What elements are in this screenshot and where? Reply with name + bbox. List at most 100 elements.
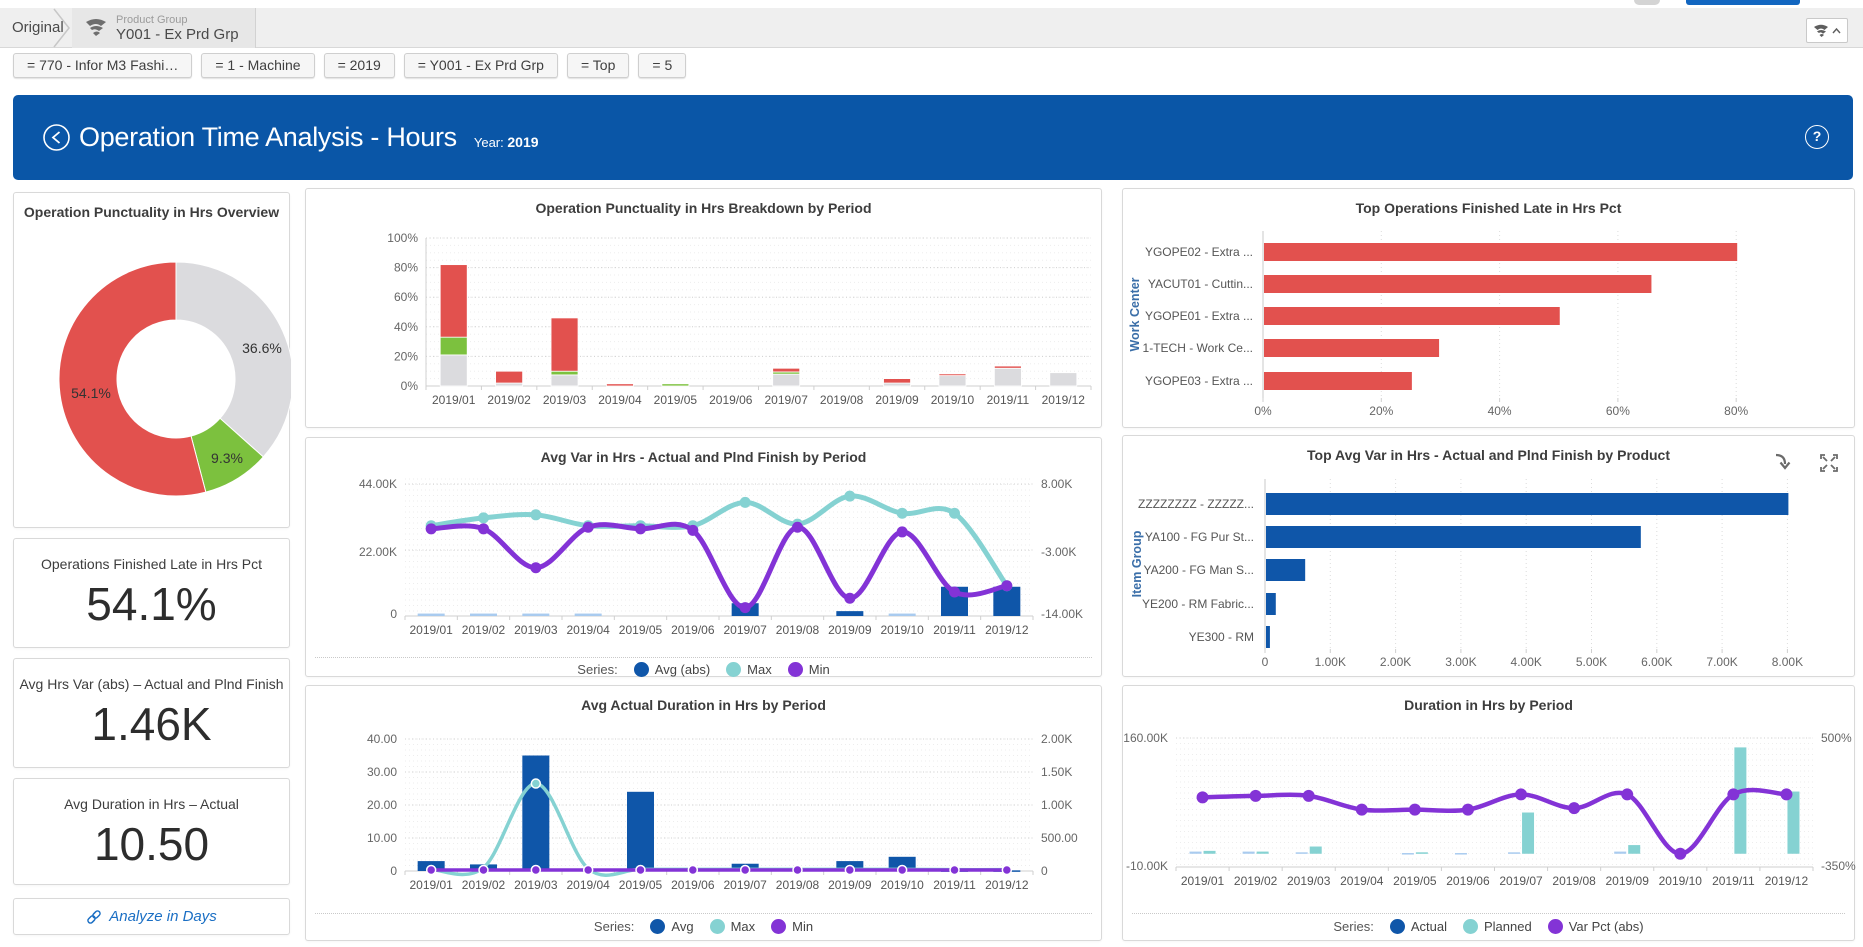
data-point[interactable]: [897, 526, 908, 537]
data-point[interactable]: [1674, 848, 1686, 860]
filter-chip[interactable]: = Y001 - Ex Prd Grp: [404, 53, 558, 78]
filter-chip[interactable]: = 2019: [324, 53, 395, 78]
bar[interactable]: [1257, 852, 1269, 854]
legend-item[interactable]: Var Pct (abs): [1548, 919, 1644, 934]
bar[interactable]: [1402, 853, 1414, 855]
bar[interactable]: [1628, 845, 1640, 854]
bar[interactable]: [1264, 243, 1737, 261]
bar[interactable]: [1264, 372, 1412, 390]
bar[interactable]: [1266, 593, 1276, 615]
donut-slice[interactable]: [176, 262, 291, 457]
stacked-bar-segment[interactable]: [884, 379, 911, 383]
bar[interactable]: [522, 614, 549, 616]
data-point[interactable]: [479, 866, 488, 875]
stacked-bar-segment[interactable]: [994, 368, 1021, 386]
bar[interactable]: [1264, 339, 1439, 357]
data-point[interactable]: [687, 525, 698, 536]
data-point[interactable]: [950, 866, 959, 875]
stacked-bar-segment[interactable]: [606, 384, 633, 386]
bar[interactable]: [1455, 853, 1467, 855]
data-point[interactable]: [1621, 788, 1633, 800]
data-point[interactable]: [1001, 580, 1012, 591]
data-point[interactable]: [740, 497, 751, 508]
data-point[interactable]: [478, 512, 489, 523]
legend-item[interactable]: Actual: [1390, 919, 1447, 934]
data-point[interactable]: [1568, 802, 1580, 814]
bar[interactable]: [1266, 559, 1305, 581]
bar[interactable]: [522, 756, 549, 872]
legend-item[interactable]: Planned: [1463, 919, 1532, 934]
data-point[interactable]: [1727, 788, 1739, 800]
legend-item[interactable]: Min: [771, 919, 813, 934]
stacked-bar-segment[interactable]: [551, 375, 578, 386]
stacked-bar-segment[interactable]: [440, 265, 467, 338]
data-point[interactable]: [427, 866, 436, 875]
bar[interactable]: [1614, 852, 1626, 854]
stacked-bar-segment[interactable]: [496, 371, 523, 383]
bar[interactable]: [1204, 851, 1216, 854]
data-point[interactable]: [530, 562, 541, 573]
data-point[interactable]: [584, 866, 593, 875]
data-point[interactable]: [1197, 791, 1209, 803]
bar[interactable]: [1522, 813, 1534, 854]
data-point[interactable]: [1462, 804, 1474, 816]
data-point[interactable]: [530, 509, 541, 520]
filter-chip[interactable]: = 770 - Infor M3 Fashi…: [13, 53, 192, 78]
bar[interactable]: [627, 792, 654, 871]
data-point[interactable]: [898, 866, 907, 875]
stacked-bar-segment[interactable]: [1050, 373, 1077, 386]
data-point[interactable]: [1409, 804, 1421, 816]
data-point[interactable]: [844, 491, 855, 502]
legend-item[interactable]: Max: [726, 662, 772, 677]
stacked-bar-segment[interactable]: [994, 366, 1021, 368]
bar[interactable]: [1243, 852, 1255, 854]
stacked-bar-segment[interactable]: [551, 371, 578, 375]
stacked-bar-segment[interactable]: [496, 383, 523, 386]
help-button[interactable]: ?: [1805, 125, 1829, 149]
data-point[interactable]: [636, 866, 645, 875]
analyze-in-days-link[interactable]: Analyze in Days: [14, 899, 289, 934]
data-point[interactable]: [688, 866, 697, 875]
stacked-bar-segment[interactable]: [551, 318, 578, 371]
data-point[interactable]: [1515, 788, 1527, 800]
filter-chip[interactable]: = Top: [567, 53, 629, 78]
bar[interactable]: [1787, 792, 1799, 854]
dashboard-header-collapse-button[interactable]: [1806, 18, 1848, 43]
data-point[interactable]: [844, 593, 855, 604]
data-point[interactable]: [897, 508, 908, 519]
stacked-bar-segment[interactable]: [939, 374, 966, 376]
data-point[interactable]: [1780, 788, 1792, 800]
data-point[interactable]: [531, 779, 540, 788]
stacked-bar-segment[interactable]: [440, 355, 467, 386]
bar[interactable]: [470, 614, 497, 616]
data-point[interactable]: [1303, 790, 1315, 802]
data-point[interactable]: [949, 508, 960, 519]
filter-chip[interactable]: = 1 - Machine: [201, 53, 314, 78]
data-point[interactable]: [531, 866, 540, 875]
bar[interactable]: [1508, 852, 1520, 854]
stacked-bar-segment[interactable]: [773, 374, 800, 386]
bar[interactable]: [1264, 275, 1651, 293]
legend-item[interactable]: Max: [710, 919, 756, 934]
bar[interactable]: [1416, 852, 1428, 854]
bar[interactable]: [575, 614, 602, 616]
data-point[interactable]: [426, 523, 437, 534]
data-point[interactable]: [1356, 804, 1368, 816]
data-point[interactable]: [635, 523, 646, 534]
data-point[interactable]: [1002, 866, 1011, 875]
data-point[interactable]: [741, 866, 750, 875]
stacked-bar-segment[interactable]: [662, 384, 689, 386]
bar[interactable]: [1296, 852, 1308, 854]
stacked-bar-segment[interactable]: [939, 376, 966, 386]
data-point[interactable]: [478, 523, 489, 534]
legend-item[interactable]: Min: [788, 662, 830, 677]
bar[interactable]: [836, 611, 863, 616]
legend-item[interactable]: Avg: [650, 919, 693, 934]
bar[interactable]: [1266, 626, 1270, 648]
data-point[interactable]: [1250, 790, 1262, 802]
bar[interactable]: [1190, 852, 1202, 854]
stacked-bar-segment[interactable]: [884, 383, 911, 386]
legend-item[interactable]: Avg (abs): [634, 662, 710, 677]
back-button[interactable]: [43, 124, 70, 151]
bar[interactable]: [1266, 526, 1641, 548]
